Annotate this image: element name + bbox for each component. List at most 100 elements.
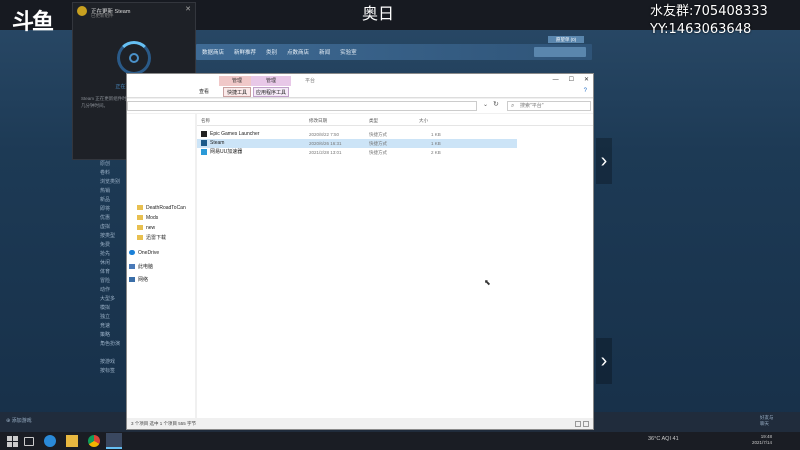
store-search-input[interactable]: [534, 47, 586, 57]
file-name: Steam: [210, 140, 225, 146]
file-size: 1 KB: [431, 141, 441, 146]
store-nav-item[interactable]: 点数商店: [287, 48, 309, 56]
wishlist-button[interactable]: 愿望单 (0): [548, 36, 584, 43]
yy-id-text: YY:1463063648: [650, 22, 752, 37]
shortcut-icon: [201, 130, 207, 137]
nav-item-label: 网络: [138, 277, 149, 283]
add-game-label: 添加游戏: [11, 418, 32, 424]
navigation-pane: DeathRoadToCan Mods new 迅雷下载 OneDrive 此电…: [127, 114, 195, 418]
folder-icon: [137, 225, 143, 231]
windows-start-icon[interactable]: [6, 435, 18, 447]
nav-item-label: Mods: [146, 215, 159, 221]
search-placeholder: 搜索"平台": [520, 103, 544, 109]
maximize-icon[interactable]: ☐: [569, 74, 574, 86]
network-icon: [129, 277, 135, 283]
column-header-type[interactable]: 类型: [369, 118, 378, 124]
chevron-down-icon[interactable]: ⌄: [483, 101, 488, 108]
nav-item-new[interactable]: new: [137, 224, 155, 233]
file-date: 2021/2/28 13:01: [309, 150, 342, 155]
nav-item-this-pc[interactable]: 此电脑: [129, 263, 153, 272]
close-icon[interactable]: ✕: [185, 5, 191, 13]
weather-widget[interactable]: 36°C AQI 41: [648, 436, 679, 442]
tab-manage-shortcut[interactable]: 管理: [219, 76, 255, 86]
folder-icon: [137, 205, 143, 211]
tab-shortcut-tools[interactable]: 快捷工具: [223, 87, 251, 97]
shortcut-icon: [201, 148, 207, 155]
status-bar: 3 个项目 选中 1 个项目 555 字节: [127, 418, 593, 430]
nav-item-label: OneDrive: [138, 250, 160, 256]
douyu-logo: 斗鱼: [12, 10, 54, 35]
explorer-titlebar: 管理 管理 平台 — ☐ ✕: [127, 74, 593, 86]
folder-icon: [137, 215, 143, 221]
file-explorer-icon[interactable]: [66, 435, 78, 447]
clock-date: 2021/7/14: [752, 440, 773, 445]
tab-manage-app[interactable]: 管理: [251, 76, 291, 86]
file-type: 快捷方式: [369, 141, 387, 146]
file-date: 2020/6/26 16:31: [309, 141, 342, 146]
file-size: 1 KB: [431, 132, 441, 137]
onedrive-icon: [129, 250, 135, 256]
task-view-icon[interactable]: [24, 437, 34, 446]
steam-spinner-icon: [117, 41, 151, 75]
nav-item-network[interactable]: 网络: [129, 276, 148, 285]
nav-item-xunlei[interactable]: 迅雷下载: [137, 234, 166, 243]
carousel-next-arrow-icon[interactable]: ›: [596, 138, 612, 184]
friends-chat-button[interactable]: 好友与聊天: [760, 415, 776, 427]
file-type: 快捷方式: [369, 132, 387, 137]
nav-item-label: 迅雷下载: [146, 235, 167, 241]
chrome-icon[interactable]: [88, 435, 100, 447]
close-icon[interactable]: ✕: [584, 74, 589, 86]
file-type: 快捷方式: [369, 150, 387, 155]
refresh-icon[interactable]: ↻: [493, 100, 499, 108]
column-header-name[interactable]: 名称: [201, 118, 210, 124]
add-game-button[interactable]: ⊕ 添加游戏: [6, 417, 32, 424]
system-clock[interactable]: 19:48 2021/7/14: [752, 434, 772, 446]
store-nav-item[interactable]: 数据商店: [202, 48, 224, 56]
windows-taskbar: 36°C AQI 41 19:48 2021/7/14: [0, 432, 800, 450]
steam-store-nav: 数据商店 新鲜推荐 类别 点数商店 新闻 实验室: [196, 44, 592, 60]
nav-item-onedrive[interactable]: OneDrive: [129, 249, 159, 258]
file-row[interactable]: Epic Games Launcher 2020/8/22 7:50 快捷方式 1 K…: [197, 130, 517, 139]
file-name: 网易UU加速器: [210, 149, 243, 155]
update-window-subtitle: 已更新组件: [91, 13, 114, 18]
file-date: 2020/8/22 7:50: [309, 132, 340, 137]
large-icons-view-icon[interactable]: [583, 421, 589, 427]
file-explorer-window: 管理 管理 平台 — ☐ ✕ 查看 快捷工具 应用程序工具 ? ⌄ ↻ ⌕ 搜索…: [126, 73, 594, 430]
explorer-ribbon: 查看 快捷工具 应用程序工具 ?: [127, 86, 593, 98]
file-list: 名称 修改日期 类型 大小 Epic Games Launcher 2020/8/…: [197, 114, 593, 418]
folder-icon: [137, 235, 143, 241]
shortcut-icon: [201, 139, 207, 146]
tab-view[interactable]: 查看: [199, 87, 209, 97]
help-icon[interactable]: ?: [584, 88, 587, 94]
file-name-cell: 网易UU加速器: [201, 148, 242, 157]
fan-group-text: 水友群:705408333: [650, 4, 768, 19]
nav-item-deathroad[interactable]: DeathRoadToCan: [137, 204, 186, 213]
steam-update-icon: [77, 6, 87, 16]
file-name: Epic Games Launcher: [210, 131, 260, 137]
file-row[interactable]: 网易UU加速器 2021/2/28 13:01 快捷方式 2 KB: [197, 148, 517, 157]
store-nav-item[interactable]: 新闻: [319, 48, 330, 56]
address-row: ⌄ ↻ ⌕ 搜索"平台": [127, 99, 593, 113]
nav-item-mods[interactable]: Mods: [137, 214, 158, 223]
nav-item-label: new: [146, 225, 156, 231]
column-header-size[interactable]: 大小: [419, 118, 428, 124]
search-input[interactable]: ⌕ 搜索"平台": [507, 101, 591, 111]
details-view-icon[interactable]: [575, 421, 581, 427]
status-text: 3 个项目 选中 1 个项目 555 字节: [131, 421, 197, 426]
search-icon: ⌕: [511, 103, 515, 109]
column-headers: 名称 修改日期 类型 大小: [197, 116, 593, 126]
file-name-cell: Epic Games Launcher: [201, 130, 259, 139]
store-nav-item[interactable]: 新鲜推荐: [234, 48, 256, 56]
column-header-date[interactable]: 修改日期: [309, 118, 327, 124]
steam-taskbar-icon[interactable]: [106, 433, 122, 449]
address-bar[interactable]: [127, 101, 477, 111]
minimize-icon[interactable]: —: [553, 74, 559, 86]
file-name-cell: Steam: [201, 139, 224, 148]
edge-icon[interactable]: [44, 435, 56, 447]
nav-item-label: DeathRoadToCan: [146, 205, 186, 211]
tab-app-tools[interactable]: 应用程序工具: [253, 87, 289, 97]
store-nav-item[interactable]: 实验室: [340, 48, 357, 56]
carousel-next-arrow-icon[interactable]: ›: [596, 338, 612, 384]
file-row[interactable]: Steam 2020/6/26 16:31 快捷方式 1 KB: [197, 139, 517, 148]
store-nav-item[interactable]: 类别: [266, 48, 277, 56]
